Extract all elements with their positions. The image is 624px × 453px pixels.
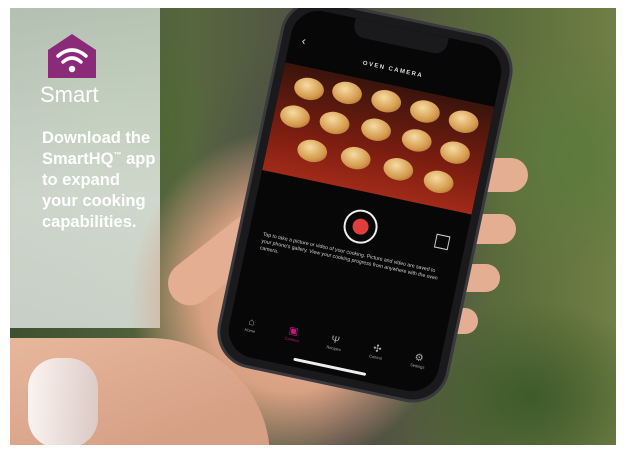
promo-line: Download the bbox=[42, 129, 151, 147]
record-icon bbox=[351, 217, 371, 237]
bread-roll bbox=[278, 102, 312, 131]
tab-camera[interactable]: ▣ Camera bbox=[278, 323, 309, 344]
tab-settings[interactable]: ⚙ Settings bbox=[403, 350, 434, 371]
bread-roll bbox=[317, 109, 352, 137]
phone-screen: ‹ OVEN CAMERA Tap to take a picture or v… bbox=[223, 8, 507, 397]
bread-roll bbox=[369, 87, 404, 116]
bread-roll bbox=[292, 75, 327, 103]
bread-roll bbox=[330, 79, 365, 107]
expand-icon[interactable] bbox=[433, 233, 451, 251]
bread-roll bbox=[381, 155, 416, 184]
promo-line: to expand bbox=[42, 171, 120, 189]
bread-roll bbox=[438, 138, 472, 167]
tab-home[interactable]: ⌂ Home bbox=[236, 314, 267, 335]
brand-name: Smart bbox=[40, 82, 99, 107]
app-name: SmartHQ bbox=[42, 150, 114, 168]
bread-roll bbox=[446, 107, 481, 136]
bread-roll bbox=[359, 115, 394, 144]
trademark: ™ bbox=[113, 150, 122, 160]
tab-control[interactable]: ✣ Control bbox=[361, 341, 392, 362]
bread-roll bbox=[399, 126, 434, 155]
chevron-left-icon[interactable]: ‹ bbox=[301, 34, 308, 49]
bread-roll bbox=[421, 168, 456, 196]
tab-recipes[interactable]: Ψ Recipes bbox=[319, 332, 350, 353]
wifi-house-icon bbox=[48, 34, 96, 78]
bread-roll bbox=[295, 137, 330, 165]
bread-roll bbox=[407, 97, 442, 126]
promo-line: capabilities. bbox=[42, 213, 137, 231]
record-button[interactable] bbox=[340, 206, 381, 247]
promo-line: your cooking bbox=[42, 192, 146, 210]
phone-notch bbox=[352, 18, 449, 56]
bread-roll bbox=[338, 144, 373, 173]
app-suffix: app bbox=[121, 150, 156, 168]
smartphone: ‹ OVEN CAMERA Tap to take a picture or v… bbox=[214, 8, 516, 406]
photo-background: ‹ OVEN CAMERA Tap to take a picture or v… bbox=[10, 8, 616, 445]
promo-text: Download the SmartHQ™ app to expand your… bbox=[42, 128, 192, 233]
promo-line: SmartHQ™ app bbox=[42, 149, 192, 170]
bracelet bbox=[28, 358, 98, 445]
